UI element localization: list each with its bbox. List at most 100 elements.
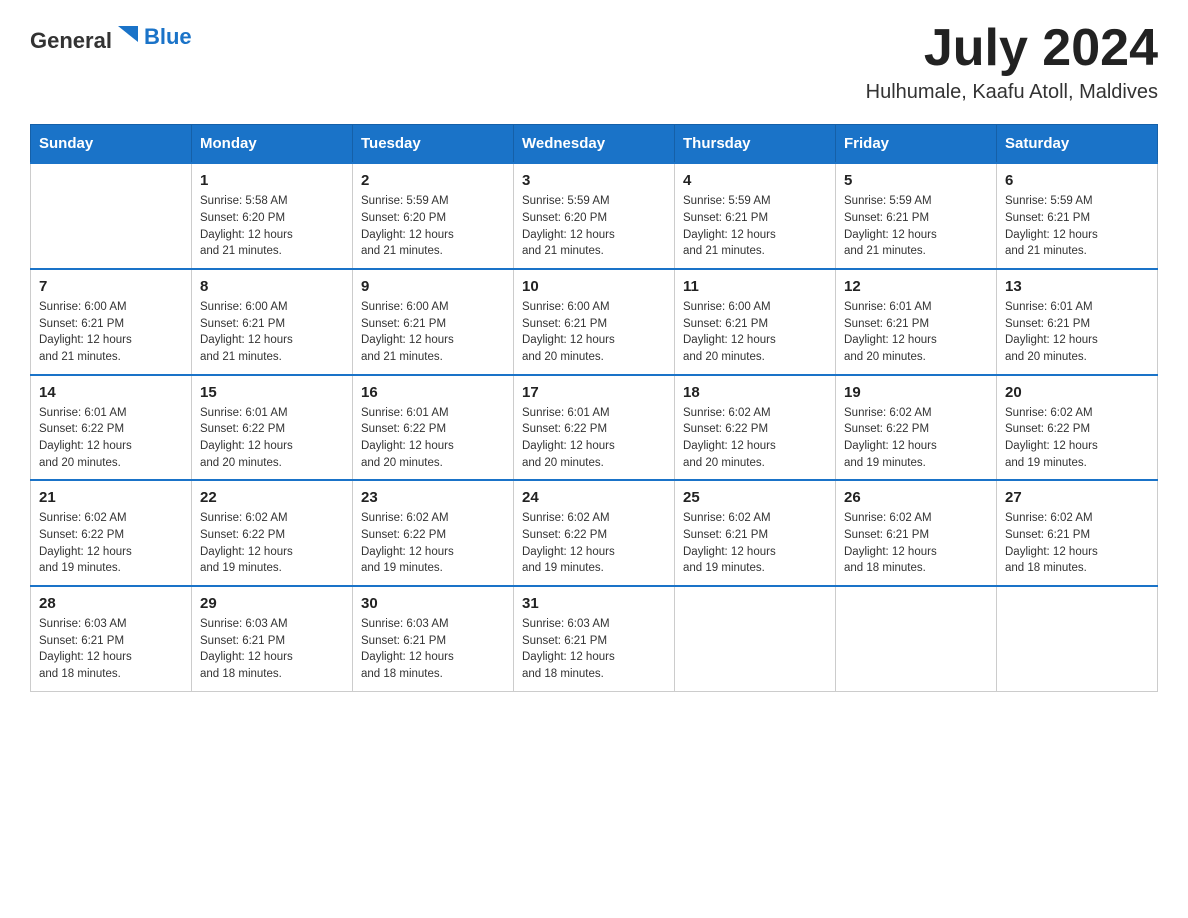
table-row: 18Sunrise: 6:02 AM Sunset: 6:22 PM Dayli… <box>675 375 836 481</box>
table-row: 13Sunrise: 6:01 AM Sunset: 6:21 PM Dayli… <box>997 269 1158 375</box>
col-thursday: Thursday <box>675 125 836 164</box>
logo-triangle-icon <box>114 20 142 48</box>
day-info: Sunrise: 5:59 AM Sunset: 6:20 PM Dayligh… <box>522 193 666 260</box>
day-info: Sunrise: 6:00 AM Sunset: 6:21 PM Dayligh… <box>361 299 505 366</box>
table-row: 2 Sunrise: 5:59 AM Sunset: 6:20 PM Daylig… <box>353 163 514 269</box>
table-row: 25 Sunrise: 6:02 AM Sunset: 6:21 PM Dayli… <box>675 480 836 586</box>
table-row: 31Sunrise: 6:03 AM Sunset: 6:21 PM Dayli… <box>514 586 675 691</box>
day-number: 26 <box>844 489 988 506</box>
day-number: 11 <box>683 278 827 295</box>
day-info: Sunrise: 5:59 AM Sunset: 6:20 PM Dayligh… <box>361 193 505 260</box>
day-info: Sunrise: 6:02 AM Sunset: 6:22 PM Dayligh… <box>844 405 988 472</box>
day-number: 25 <box>683 489 827 506</box>
day-info: Sunrise: 6:02 AM Sunset: 6:21 PM Dayligh… <box>1005 510 1149 577</box>
day-number: 27 <box>1005 489 1149 506</box>
table-row: 3 Sunrise: 5:59 AM Sunset: 6:20 PM Daylig… <box>514 163 675 269</box>
table-row: 22 Sunrise: 6:02 AM Sunset: 6:22 PM Dayli… <box>192 480 353 586</box>
day-info: Sunrise: 6:03 AM Sunset: 6:21 PM Dayligh… <box>200 616 344 683</box>
day-number: 7 <box>39 278 183 295</box>
day-info: Sunrise: 6:02 AM Sunset: 6:22 PM Dayligh… <box>39 510 183 577</box>
day-info: Sunrise: 6:00 AM Sunset: 6:21 PM Dayligh… <box>522 299 666 366</box>
logo: General Blue <box>30 20 192 54</box>
col-saturday: Saturday <box>997 125 1158 164</box>
table-row: 7Sunrise: 6:00 AM Sunset: 6:21 PM Daylig… <box>31 269 192 375</box>
col-sunday: Sunday <box>31 125 192 164</box>
location-subtitle: Hulhumale, Kaafu Atoll, Maldives <box>866 81 1158 104</box>
day-info: Sunrise: 6:02 AM Sunset: 6:22 PM Dayligh… <box>522 510 666 577</box>
day-number: 10 <box>522 278 666 295</box>
day-info: Sunrise: 5:59 AM Sunset: 6:21 PM Dayligh… <box>844 193 988 260</box>
day-info: Sunrise: 6:02 AM Sunset: 6:21 PM Dayligh… <box>844 510 988 577</box>
table-row: 5 Sunrise: 5:59 AM Sunset: 6:21 PM Daylig… <box>836 163 997 269</box>
day-info: Sunrise: 6:01 AM Sunset: 6:21 PM Dayligh… <box>844 299 988 366</box>
col-friday: Friday <box>836 125 997 164</box>
day-number: 12 <box>844 278 988 295</box>
table-row <box>997 586 1158 691</box>
day-info: Sunrise: 6:01 AM Sunset: 6:22 PM Dayligh… <box>39 405 183 472</box>
day-info: Sunrise: 6:02 AM Sunset: 6:22 PM Dayligh… <box>1005 405 1149 472</box>
day-number: 18 <box>683 384 827 401</box>
page-header: General Blue July 2024 Hulhumale, Kaafu … <box>30 20 1158 104</box>
table-row: 19 Sunrise: 6:02 AM Sunset: 6:22 PM Dayli… <box>836 375 997 481</box>
col-tuesday: Tuesday <box>353 125 514 164</box>
day-number: 5 <box>844 172 988 189</box>
logo-general-text: General <box>30 28 112 53</box>
day-info: Sunrise: 6:00 AM Sunset: 6:21 PM Dayligh… <box>200 299 344 366</box>
day-number: 28 <box>39 595 183 612</box>
col-monday: Monday <box>192 125 353 164</box>
day-number: 21 <box>39 489 183 506</box>
day-number: 9 <box>361 278 505 295</box>
table-row: 30 Sunrise: 6:03 AM Sunset: 6:21 PM Dayli… <box>353 586 514 691</box>
day-info: Sunrise: 6:02 AM Sunset: 6:22 PM Dayligh… <box>200 510 344 577</box>
table-row: 4Sunrise: 5:59 AM Sunset: 6:21 PM Daylig… <box>675 163 836 269</box>
logo-blue-line: Blue <box>144 24 192 50</box>
day-info: Sunrise: 6:03 AM Sunset: 6:21 PM Dayligh… <box>39 616 183 683</box>
table-row: 15 Sunrise: 6:01 AM Sunset: 6:22 PM Dayli… <box>192 375 353 481</box>
day-number: 30 <box>361 595 505 612</box>
table-row: 14 Sunrise: 6:01 AM Sunset: 6:22 PM Dayli… <box>31 375 192 481</box>
logo-wordmark: General <box>30 20 142 54</box>
table-row: 8 Sunrise: 6:00 AM Sunset: 6:21 PM Daylig… <box>192 269 353 375</box>
day-info: Sunrise: 6:01 AM Sunset: 6:22 PM Dayligh… <box>200 405 344 472</box>
day-number: 14 <box>39 384 183 401</box>
month-title: July 2024 <box>866 20 1158 77</box>
day-number: 16 <box>361 384 505 401</box>
table-row: 12 Sunrise: 6:01 AM Sunset: 6:21 PM Dayli… <box>836 269 997 375</box>
table-row: 29 Sunrise: 6:03 AM Sunset: 6:21 PM Dayli… <box>192 586 353 691</box>
day-number: 22 <box>200 489 344 506</box>
day-number: 23 <box>361 489 505 506</box>
day-number: 8 <box>200 278 344 295</box>
day-info: Sunrise: 6:03 AM Sunset: 6:21 PM Dayligh… <box>361 616 505 683</box>
day-number: 31 <box>522 595 666 612</box>
table-row: 21 Sunrise: 6:02 AM Sunset: 6:22 PM Dayli… <box>31 480 192 586</box>
day-info: Sunrise: 6:01 AM Sunset: 6:22 PM Dayligh… <box>522 405 666 472</box>
day-number: 2 <box>361 172 505 189</box>
table-row: 16Sunrise: 6:01 AM Sunset: 6:22 PM Dayli… <box>353 375 514 481</box>
day-info: Sunrise: 6:02 AM Sunset: 6:22 PM Dayligh… <box>361 510 505 577</box>
day-info: Sunrise: 5:58 AM Sunset: 6:20 PM Dayligh… <box>200 193 344 260</box>
title-section: July 2024 Hulhumale, Kaafu Atoll, Maldiv… <box>866 20 1158 104</box>
day-number: 29 <box>200 595 344 612</box>
day-number: 24 <box>522 489 666 506</box>
calendar-table: Sunday Monday Tuesday Wednesday Thursday… <box>30 124 1158 691</box>
day-number: 3 <box>522 172 666 189</box>
table-row: 20Sunrise: 6:02 AM Sunset: 6:22 PM Dayli… <box>997 375 1158 481</box>
table-row: 6Sunrise: 5:59 AM Sunset: 6:21 PM Daylig… <box>997 163 1158 269</box>
calendar-week-row: 7 Sunrise: 6:00 AM Sunset: 6:21 PM Daylig… <box>31 269 1158 375</box>
table-row: 23 Sunrise: 6:02 AM Sunset: 6:22 PM Dayli… <box>353 480 514 586</box>
col-wednesday: Wednesday <box>514 125 675 164</box>
table-row <box>31 163 192 269</box>
calendar-week-row: 1 Sunrise: 5:58 AM Sunset: 6:20 PM Daylig… <box>31 163 1158 269</box>
table-row: 17Sunrise: 6:01 AM Sunset: 6:22 PM Dayli… <box>514 375 675 481</box>
day-info: Sunrise: 6:02 AM Sunset: 6:21 PM Dayligh… <box>683 510 827 577</box>
day-number: 19 <box>844 384 988 401</box>
calendar-week-row: 28 Sunrise: 6:03 AM Sunset: 6:21 PM Dayli… <box>31 586 1158 691</box>
day-info: Sunrise: 6:00 AM Sunset: 6:21 PM Dayligh… <box>683 299 827 366</box>
table-row: 28 Sunrise: 6:03 AM Sunset: 6:21 PM Dayli… <box>31 586 192 691</box>
table-row: 26 Sunrise: 6:02 AM Sunset: 6:21 PM Dayli… <box>836 480 997 586</box>
table-row: 24 Sunrise: 6:02 AM Sunset: 6:22 PM Dayli… <box>514 480 675 586</box>
day-number: 6 <box>1005 172 1149 189</box>
day-number: 1 <box>200 172 344 189</box>
day-number: 15 <box>200 384 344 401</box>
day-number: 13 <box>1005 278 1149 295</box>
